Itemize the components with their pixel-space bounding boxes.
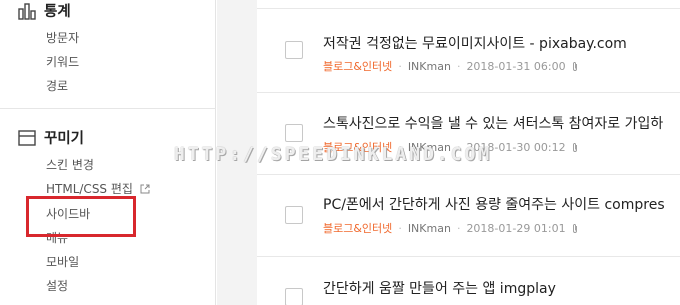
bar-chart-icon — [18, 2, 36, 20]
attachment-icon — [572, 142, 577, 152]
row-divider — [257, 256, 680, 257]
stats-section-title: 통계 — [44, 4, 71, 20]
post-checkbox[interactable] — [285, 206, 303, 224]
sidebar-item-visitors[interactable]: 방문자 — [46, 29, 79, 46]
post-title[interactable]: 스톡사진으로 수익을 낼 수 있는 셔터스톡 참여자로 가입하 — [323, 113, 663, 133]
row-divider — [257, 8, 680, 9]
post-meta: 블로그&인터넷 · INKman · 2018-01-29 01:01 — [323, 220, 579, 236]
layout-icon — [18, 129, 36, 146]
post-title[interactable]: 간단하게 움짤 만들어 주는 앱 imgplay — [323, 278, 556, 298]
meta-separator: · — [398, 59, 402, 73]
sidebar-item-settings[interactable]: 설정 — [46, 277, 68, 294]
sidebar-item-keywords[interactable]: 키워드 — [46, 53, 79, 70]
post-date: 2018-01-31 06:00 — [466, 59, 566, 73]
post-author: INKman — [407, 59, 451, 73]
decorate-section-title: 꾸미기 — [44, 131, 85, 147]
meta-separator: · — [456, 221, 461, 235]
post-author: INKman — [407, 221, 451, 235]
watermark: HTTP://SPEEDINKLAND.COM — [174, 144, 493, 165]
post-checkbox[interactable] — [285, 41, 303, 59]
highlight-box — [26, 196, 136, 237]
decorate-section-header[interactable]: 꾸미기 — [18, 127, 84, 148]
post-checkbox[interactable] — [285, 288, 303, 305]
stats-section-header[interactable]: 통계 — [18, 0, 71, 21]
attachment-icon — [572, 61, 577, 71]
row-divider — [257, 92, 680, 93]
post-date: 2018-01-29 01:01 — [466, 221, 566, 235]
meta-separator: · — [456, 59, 461, 73]
sidebar-item-referrers[interactable]: 경로 — [46, 77, 68, 94]
sidebar-item-label: HTML/CSS 편집 — [46, 182, 133, 196]
post-title[interactable]: PC/폰에서 간단하게 사진 용량 줄여주는 사이트 compres — [323, 194, 665, 214]
attachment-icon — [572, 223, 577, 233]
post-meta: 블로그&인터넷 · INKman · 2018-01-31 06:00 — [323, 58, 579, 74]
sidebar-item-html-css-edit[interactable]: HTML/CSS 편집 — [46, 180, 150, 197]
post-category[interactable]: 블로그&인터넷 — [323, 58, 392, 74]
meta-separator: · — [398, 221, 402, 235]
post-title[interactable]: 저작권 걱정없는 무료이미지사이트 - pixabay.com — [323, 33, 627, 53]
row-divider — [257, 174, 680, 175]
sidebar-divider — [0, 108, 216, 109]
post-category[interactable]: 블로그&인터넷 — [323, 220, 392, 236]
sidebar-item-mobile[interactable]: 모바일 — [46, 253, 79, 270]
external-link-icon — [140, 184, 150, 194]
post-checkbox[interactable] — [285, 124, 303, 142]
sidebar-item-skin-change[interactable]: 스킨 변경 — [46, 156, 94, 173]
